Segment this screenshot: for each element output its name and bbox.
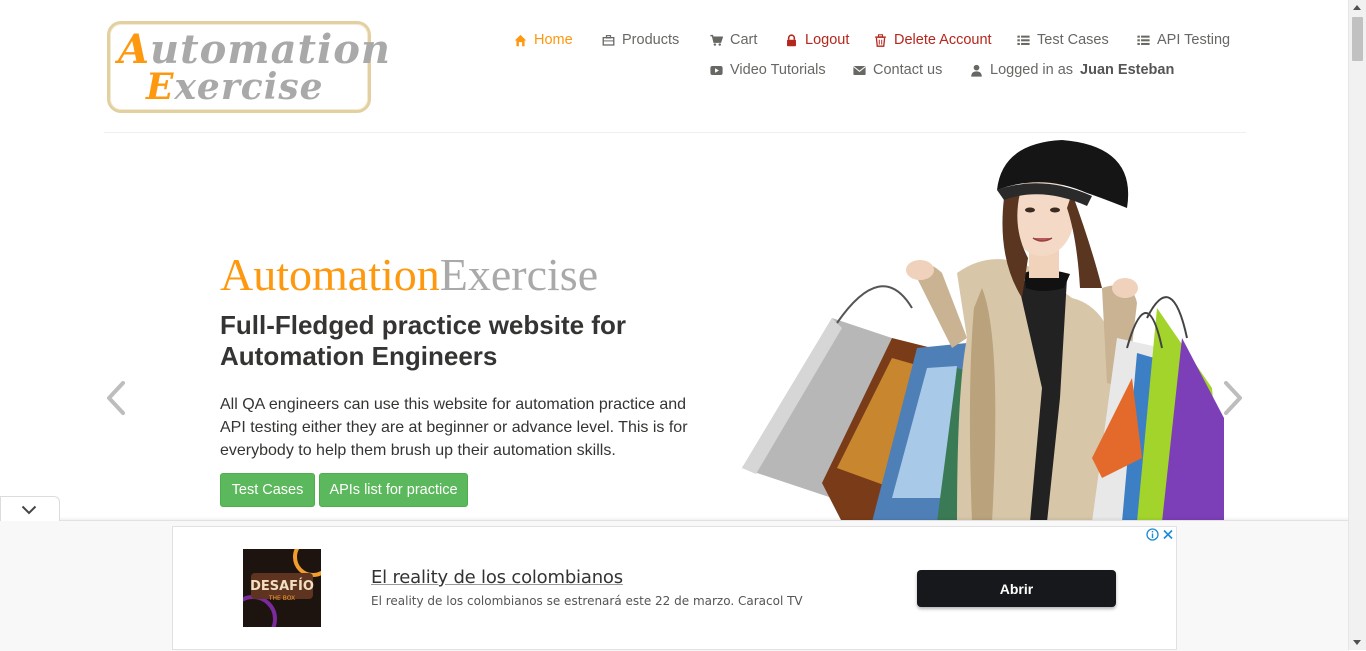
- nav-products-label: Products: [622, 32, 680, 48]
- ad-open-button[interactable]: Abrir: [917, 570, 1116, 607]
- hero-brand-part1: Automation: [220, 249, 440, 300]
- logo-cap-e: E: [146, 66, 175, 108]
- hero-shopping-girl-image: [742, 140, 1224, 522]
- scrollbar-thumb[interactable]: [1352, 17, 1363, 61]
- nav-delete-account[interactable]: Delete Account: [874, 32, 992, 48]
- nav-contact-us[interactable]: Contact us: [853, 62, 942, 78]
- nav-home-label: Home: [534, 32, 573, 48]
- list-icon: [1137, 35, 1150, 45]
- nav-video-tutorials[interactable]: Video Tutorials: [710, 62, 826, 78]
- nav-logout-label: Logout: [805, 32, 850, 48]
- close-icon[interactable]: [1162, 528, 1174, 541]
- logo-line-2: Exercise: [146, 66, 324, 108]
- nav-logged-in: Logged in as Juan Esteban: [970, 62, 1174, 78]
- nav-video-tutorials-label: Video Tutorials: [730, 62, 826, 78]
- nav-contact-us-label: Contact us: [873, 62, 943, 78]
- hero-brand-part2: Exercise: [439, 249, 599, 300]
- trash-icon: [875, 33, 886, 47]
- hero-heading: Full-Fledged practice website for Automa…: [220, 310, 626, 371]
- logged-in-prefix: Logged in as: [990, 62, 1074, 78]
- chevron-down-icon: [21, 505, 37, 515]
- info-icon[interactable]: [1146, 528, 1159, 541]
- ad-thumb-subtitle: THE BOX: [268, 595, 295, 602]
- nav-home[interactable]: Home: [514, 32, 573, 48]
- nav-cart-label: Cart: [730, 32, 758, 48]
- youtube-icon: [710, 65, 723, 75]
- cart-icon: [710, 34, 723, 46]
- site-logo[interactable]: Automation Exercise: [107, 21, 390, 113]
- home-icon: [514, 34, 527, 46]
- nav-api-testing[interactable]: API Testing: [1137, 32, 1230, 48]
- header-divider: [104, 132, 1246, 133]
- apis-list-button[interactable]: APIs list for practice: [319, 473, 468, 507]
- lock-icon: [787, 33, 796, 46]
- hero-description: All QA engineers can use this website fo…: [220, 396, 688, 459]
- ad-banner[interactable]: DESAFÍO THE BOX El reality de los colomb…: [172, 526, 1177, 650]
- nav-test-cases-label: Test Cases: [1037, 32, 1109, 48]
- chevron-right-icon[interactable]: [1220, 377, 1246, 419]
- list-icon: [1017, 35, 1030, 45]
- scroll-up-arrow[interactable]: [1353, 5, 1361, 10]
- logo-rest-2: xercise: [174, 66, 324, 108]
- nav-api-testing-label: API Testing: [1157, 32, 1231, 48]
- ad-thumb-title: DESAFÍO: [250, 578, 314, 594]
- envelope-icon: [853, 65, 866, 75]
- logged-in-username: Juan Esteban: [1080, 62, 1175, 78]
- user-icon: [971, 64, 982, 77]
- nav-cart[interactable]: Cart: [710, 32, 757, 48]
- chevron-left-icon[interactable]: [103, 377, 129, 419]
- test-cases-button[interactable]: Test Cases: [220, 473, 315, 507]
- scroll-down-arrow[interactable]: [1353, 640, 1361, 645]
- ad-title[interactable]: El reality de los colombianos: [371, 567, 623, 588]
- page-scrollbar[interactable]: [1348, 0, 1366, 650]
- hero-brand-title: AutomationExercise: [220, 248, 598, 301]
- ad-subtitle: El reality de los colombianos se estrena…: [371, 594, 803, 608]
- nav-test-cases[interactable]: Test Cases: [1017, 32, 1109, 48]
- briefcase-icon: [602, 34, 615, 46]
- nav-logout[interactable]: Logout: [785, 32, 849, 48]
- ad-thumbnail[interactable]: DESAFÍO THE BOX: [243, 549, 321, 627]
- ad-collapse-toggle[interactable]: [0, 496, 60, 521]
- nav-delete-account-label: Delete Account: [894, 32, 992, 48]
- nav-products[interactable]: Products: [602, 32, 679, 48]
